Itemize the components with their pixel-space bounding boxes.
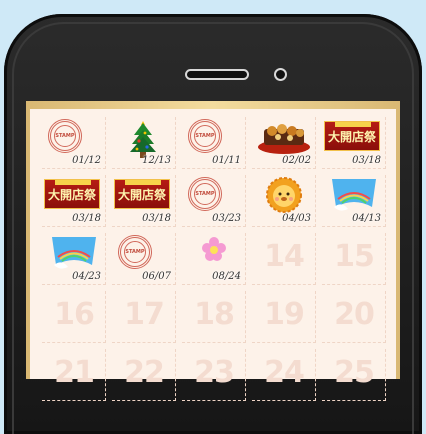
slot-number: 21 <box>54 355 95 390</box>
stamp-seal-icon: STAMP <box>188 177 222 211</box>
stamp-seal-icon: STAMP <box>188 119 222 153</box>
stamp-slot-tree: 12/13 <box>112 117 176 169</box>
stamp-date: 04/13 <box>352 213 381 224</box>
stamp-slot-empty: 20 <box>322 291 386 343</box>
banner-ribbon <box>335 122 371 127</box>
stamp-date: 02/02 <box>282 155 311 166</box>
screen: STAMP 01/12 12/13 STAMP 01/11 02/02 大開店祭 03/1… <box>26 101 400 401</box>
stamp-slot-banner: 大開店祭 03/18 <box>322 117 386 169</box>
stamp-slot-empty: 24 <box>252 349 316 401</box>
food-box-icon <box>258 124 310 154</box>
stamp-date: 03/18 <box>72 213 101 224</box>
stamp-slot-empty: 23 <box>182 349 246 401</box>
stamp-slot-banner: 大開店祭 03/18 <box>112 175 176 227</box>
slot-number: 16 <box>54 297 95 332</box>
stamp-slot-lion: 04/03 <box>252 175 316 227</box>
stamp-slot-stamp: STAMP 01/12 <box>42 117 106 169</box>
stamp-date: 03/23 <box>212 213 241 224</box>
banner-text: 大開店祭 <box>327 130 376 144</box>
stamp-date: 01/11 <box>212 155 241 166</box>
slot-number: 24 <box>264 355 305 390</box>
stamp-slot-rainbow: 04/23 <box>42 233 106 285</box>
slot-number: 22 <box>124 355 165 390</box>
stamp-seal-text: STAMP <box>54 125 76 147</box>
stamp-slot-empty: 21 <box>42 349 106 401</box>
stamp-date: 06/07 <box>142 271 171 282</box>
slot-number: 23 <box>194 355 235 390</box>
slot-number: 17 <box>124 297 165 332</box>
speaker-icon <box>185 69 249 80</box>
grand-opening-banner-icon: 大開店祭 <box>44 179 100 209</box>
stamp-slot-stamp: STAMP 03/23 <box>182 175 246 227</box>
camera-icon <box>274 68 287 81</box>
stamp-slot-empty: 17 <box>112 291 176 343</box>
banner-text: 大開店祭 <box>47 188 96 202</box>
stamp-date: 12/13 <box>142 155 171 166</box>
flower-icon <box>202 237 226 261</box>
slot-number: 19 <box>264 297 305 332</box>
stamp-date: 01/12 <box>72 155 101 166</box>
slot-number: 25 <box>334 355 375 390</box>
stamp-slot-empty: 14 <box>252 233 316 285</box>
stamp-slot-empty: 18 <box>182 291 246 343</box>
lion-icon <box>266 177 302 213</box>
stamp-slot-empty: 15 <box>322 233 386 285</box>
stamp-date: 04/23 <box>72 271 101 282</box>
slot-number: 14 <box>264 239 305 274</box>
stamp-slot-stamp: STAMP 01/11 <box>182 117 246 169</box>
stamp-slot-flower: 08/24 <box>182 233 246 285</box>
stamp-seal-text: STAMP <box>194 183 216 205</box>
grand-opening-banner-icon: 大開店祭 <box>114 179 170 209</box>
banner-ribbon <box>125 180 161 185</box>
rainbow-flag-icon <box>332 179 376 211</box>
stamp-slot-empty: 25 <box>322 349 386 401</box>
slot-number: 15 <box>334 239 375 274</box>
stamp-slot-banner: 大開店祭 03/18 <box>42 175 106 227</box>
christmas-tree-icon <box>130 121 156 158</box>
stamp-card: STAMP 01/12 12/13 STAMP 01/11 02/02 大開店祭 03/1… <box>30 109 396 401</box>
stamp-date: 08/24 <box>212 271 241 282</box>
rainbow-flag-icon <box>52 237 96 269</box>
stamp-slot-food: 02/02 <box>252 117 316 169</box>
stamp-slot-stamp: STAMP 06/07 <box>112 233 176 285</box>
stamp-slot-empty: 16 <box>42 291 106 343</box>
stamp-slot-empty: 19 <box>252 291 316 343</box>
slot-number: 18 <box>194 297 235 332</box>
stamp-seal-text: STAMP <box>194 125 216 147</box>
stamp-slot-rainbow: 04/13 <box>322 175 386 227</box>
stamp-date: 03/18 <box>352 155 381 166</box>
grand-opening-banner-icon: 大開店祭 <box>324 121 380 151</box>
stamp-seal-text: STAMP <box>124 241 146 263</box>
stamp-slot-empty: 22 <box>112 349 176 401</box>
slot-number: 20 <box>334 297 375 332</box>
stamp-seal-icon: STAMP <box>48 119 82 153</box>
stamp-seal-icon: STAMP <box>118 235 152 269</box>
stamp-date: 04/03 <box>282 213 311 224</box>
banner-ribbon <box>55 180 91 185</box>
banner-text: 大開店祭 <box>117 188 166 202</box>
stamp-date: 03/18 <box>142 213 171 224</box>
